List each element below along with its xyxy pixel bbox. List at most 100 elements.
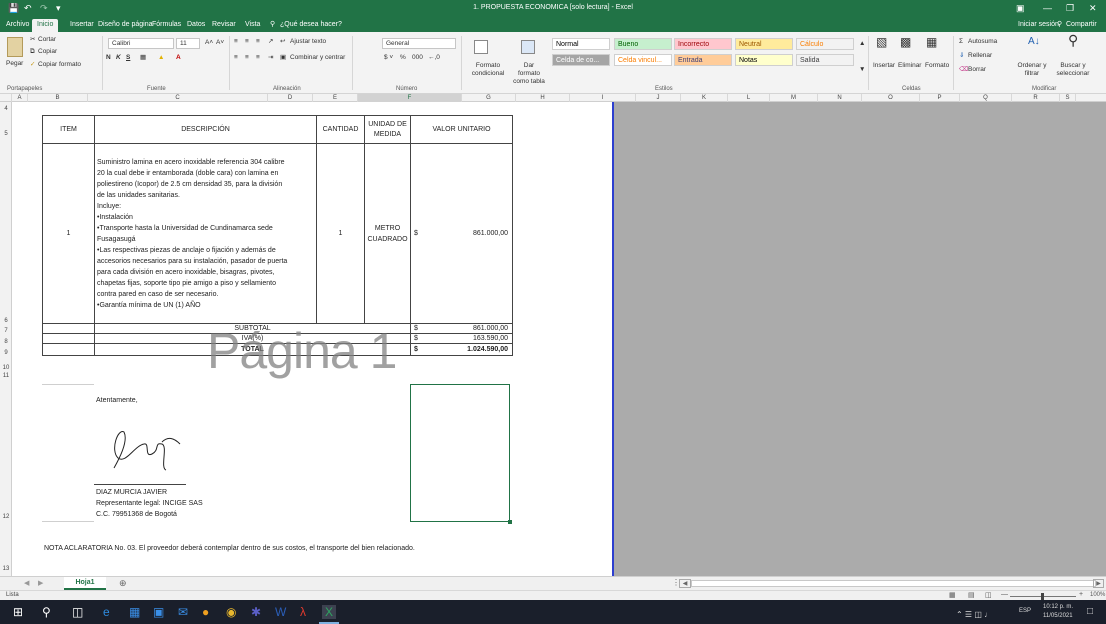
column-header[interactable]: J	[636, 94, 681, 102]
tab-scroll-right-icon[interactable]: ▶	[38, 579, 43, 587]
cell-style-option[interactable]: Incorrecto	[674, 38, 732, 50]
column-header[interactable]: L	[728, 94, 770, 102]
italic-icon[interactable]: K	[116, 54, 121, 62]
column-header[interactable]: C	[88, 94, 268, 102]
clear-button[interactable]: Borrar	[968, 66, 986, 74]
column-header[interactable]: O	[862, 94, 920, 102]
font-color-icon[interactable]: A	[176, 54, 181, 62]
column-header[interactable]: R	[1012, 94, 1060, 102]
share-button[interactable]: Compartir	[1066, 20, 1097, 30]
grow-font-icon[interactable]: A˄	[205, 39, 213, 47]
sheet-tab[interactable]: Hoja1	[64, 577, 106, 590]
align-middle-icon[interactable]: ≡	[245, 38, 249, 46]
column-header[interactable]: I	[570, 94, 636, 102]
tab-diseno-pagina[interactable]: Diseño de página	[98, 20, 153, 30]
add-sheet-icon[interactable]: ⊕	[119, 578, 127, 589]
selected-cell-range[interactable]	[410, 384, 510, 522]
delete-cells-button[interactable]: Eliminar	[898, 62, 921, 70]
merge-center-button[interactable]: Combinar y centrar	[290, 54, 345, 62]
tab-vista[interactable]: Vista	[245, 20, 260, 30]
task-view-icon[interactable]: ◫	[72, 605, 83, 619]
row-header[interactable]: 8	[0, 339, 12, 345]
tell-me-input[interactable]: ¿Qué desea hacer?	[280, 20, 342, 30]
clock-time[interactable]: 10:12 p. m.	[1043, 604, 1073, 610]
search-icon[interactable]: ⚲	[42, 605, 51, 619]
cell-style-option[interactable]: Cálculo	[796, 38, 854, 50]
styles-scroll-icon[interactable]: ▲	[859, 40, 865, 48]
column-header[interactable]: E	[313, 94, 358, 102]
header-item[interactable]: ITEM	[42, 115, 95, 144]
fill-button[interactable]: Rellenar	[968, 52, 992, 60]
tab-archivo[interactable]: Archivo	[6, 20, 29, 30]
align-top-icon[interactable]: ≡	[234, 38, 238, 46]
align-center-icon[interactable]: ≡	[245, 54, 249, 62]
header-unit[interactable]: UNIDAD DE MEDIDA	[364, 115, 411, 144]
row-header[interactable]: 10	[0, 365, 12, 371]
find-select-button[interactable]: Buscar y seleccionar	[1048, 62, 1098, 78]
iva-cell[interactable]: $ 163.590,00	[410, 333, 513, 344]
copy-button[interactable]: Copiar	[38, 48, 57, 56]
cell-style-option[interactable]: Bueno	[614, 38, 672, 50]
header-description[interactable]: DESCRIPCIÓN	[94, 115, 317, 144]
cell-unit[interactable]: METRO CUADRADO	[364, 143, 411, 324]
tab-datos[interactable]: Datos	[187, 20, 205, 30]
styles-more-icon[interactable]: ▼	[859, 66, 865, 74]
sort-filter-button[interactable]: Ordenar y filtrar	[1012, 62, 1052, 78]
cell-unit-value[interactable]: $ 861.000,00	[410, 143, 513, 324]
row-header[interactable]: 9	[0, 350, 12, 356]
firefox-icon[interactable]: ●	[202, 605, 209, 619]
column-header[interactable]: M	[770, 94, 818, 102]
acrobat-icon[interactable]: λ	[300, 605, 306, 619]
total-cell[interactable]: $ 1.024.590,00	[410, 343, 513, 356]
column-header[interactable]: K	[681, 94, 728, 102]
cell-style-option[interactable]: Entrada	[674, 54, 732, 66]
format-painter-button[interactable]: Copiar formato	[38, 61, 81, 69]
row-header[interactable]: 12	[0, 514, 12, 520]
mail-icon[interactable]: ✉	[178, 605, 188, 619]
cell-style-option[interactable]: Celda de co...	[552, 54, 610, 66]
language-indicator[interactable]: ESP	[1019, 608, 1031, 614]
percent-icon[interactable]: %	[400, 54, 406, 62]
teams-icon[interactable]: ✱	[251, 605, 261, 619]
total-blank[interactable]	[42, 343, 95, 356]
subtotal-blank[interactable]	[42, 323, 95, 334]
bold-icon[interactable]: N	[106, 54, 111, 62]
insert-cells-button[interactable]: Insertar	[873, 62, 895, 70]
column-header[interactable]: A	[12, 94, 28, 102]
zoom-level[interactable]: 100%	[1090, 592, 1105, 598]
shrink-font-icon[interactable]: A˅	[216, 39, 224, 47]
number-format-select[interactable]: General	[382, 38, 456, 49]
autosum-button[interactable]: Autosuma	[968, 38, 997, 46]
column-header[interactable]: Q	[960, 94, 1012, 102]
paste-icon[interactable]	[7, 37, 23, 57]
word-icon[interactable]: W	[275, 605, 286, 619]
store-icon[interactable]: ▣	[153, 605, 164, 619]
cell-item[interactable]: 1	[42, 143, 95, 324]
cell-style-option[interactable]: Celda vincul...	[614, 54, 672, 66]
tab-inicio[interactable]: Inicio	[32, 19, 59, 32]
row-header[interactable]: 7	[0, 328, 12, 334]
wrap-text-button[interactable]: Ajustar texto	[290, 38, 326, 46]
paste-button[interactable]: Pegar	[6, 60, 23, 68]
align-left-icon[interactable]: ≡	[234, 54, 238, 62]
tab-scroll-left-icon[interactable]: ◀	[24, 579, 29, 587]
row-header[interactable]: 6	[0, 318, 12, 324]
clock-date[interactable]: 11/05/2021	[1043, 613, 1073, 619]
cut-button[interactable]: Cortar	[38, 36, 56, 44]
column-header[interactable]: N	[818, 94, 862, 102]
cell-description[interactable]: Suministro lamina en acero inoxidable re…	[94, 143, 317, 324]
column-header[interactable]: B	[28, 94, 88, 102]
select-all-corner[interactable]	[0, 94, 12, 102]
h-scroll-left-button[interactable]: ◀	[679, 579, 691, 588]
header-quantity[interactable]: CANTIDAD	[316, 115, 365, 144]
borders-icon[interactable]: ▦	[140, 54, 146, 62]
font-size-select[interactable]: 11	[176, 38, 200, 49]
row-header[interactable]: 5	[0, 131, 12, 137]
fill-color-icon[interactable]: ▲	[158, 54, 164, 62]
system-tray-icons[interactable]: ⌃ ☰ ◫ ♩	[956, 608, 992, 622]
tab-formulas[interactable]: Fórmulas	[152, 20, 181, 30]
align-bottom-icon[interactable]: ≡	[256, 38, 260, 46]
column-header[interactable]: S	[1060, 94, 1076, 102]
row-header[interactable]: 13	[0, 566, 12, 572]
column-header[interactable]: H	[516, 94, 570, 102]
